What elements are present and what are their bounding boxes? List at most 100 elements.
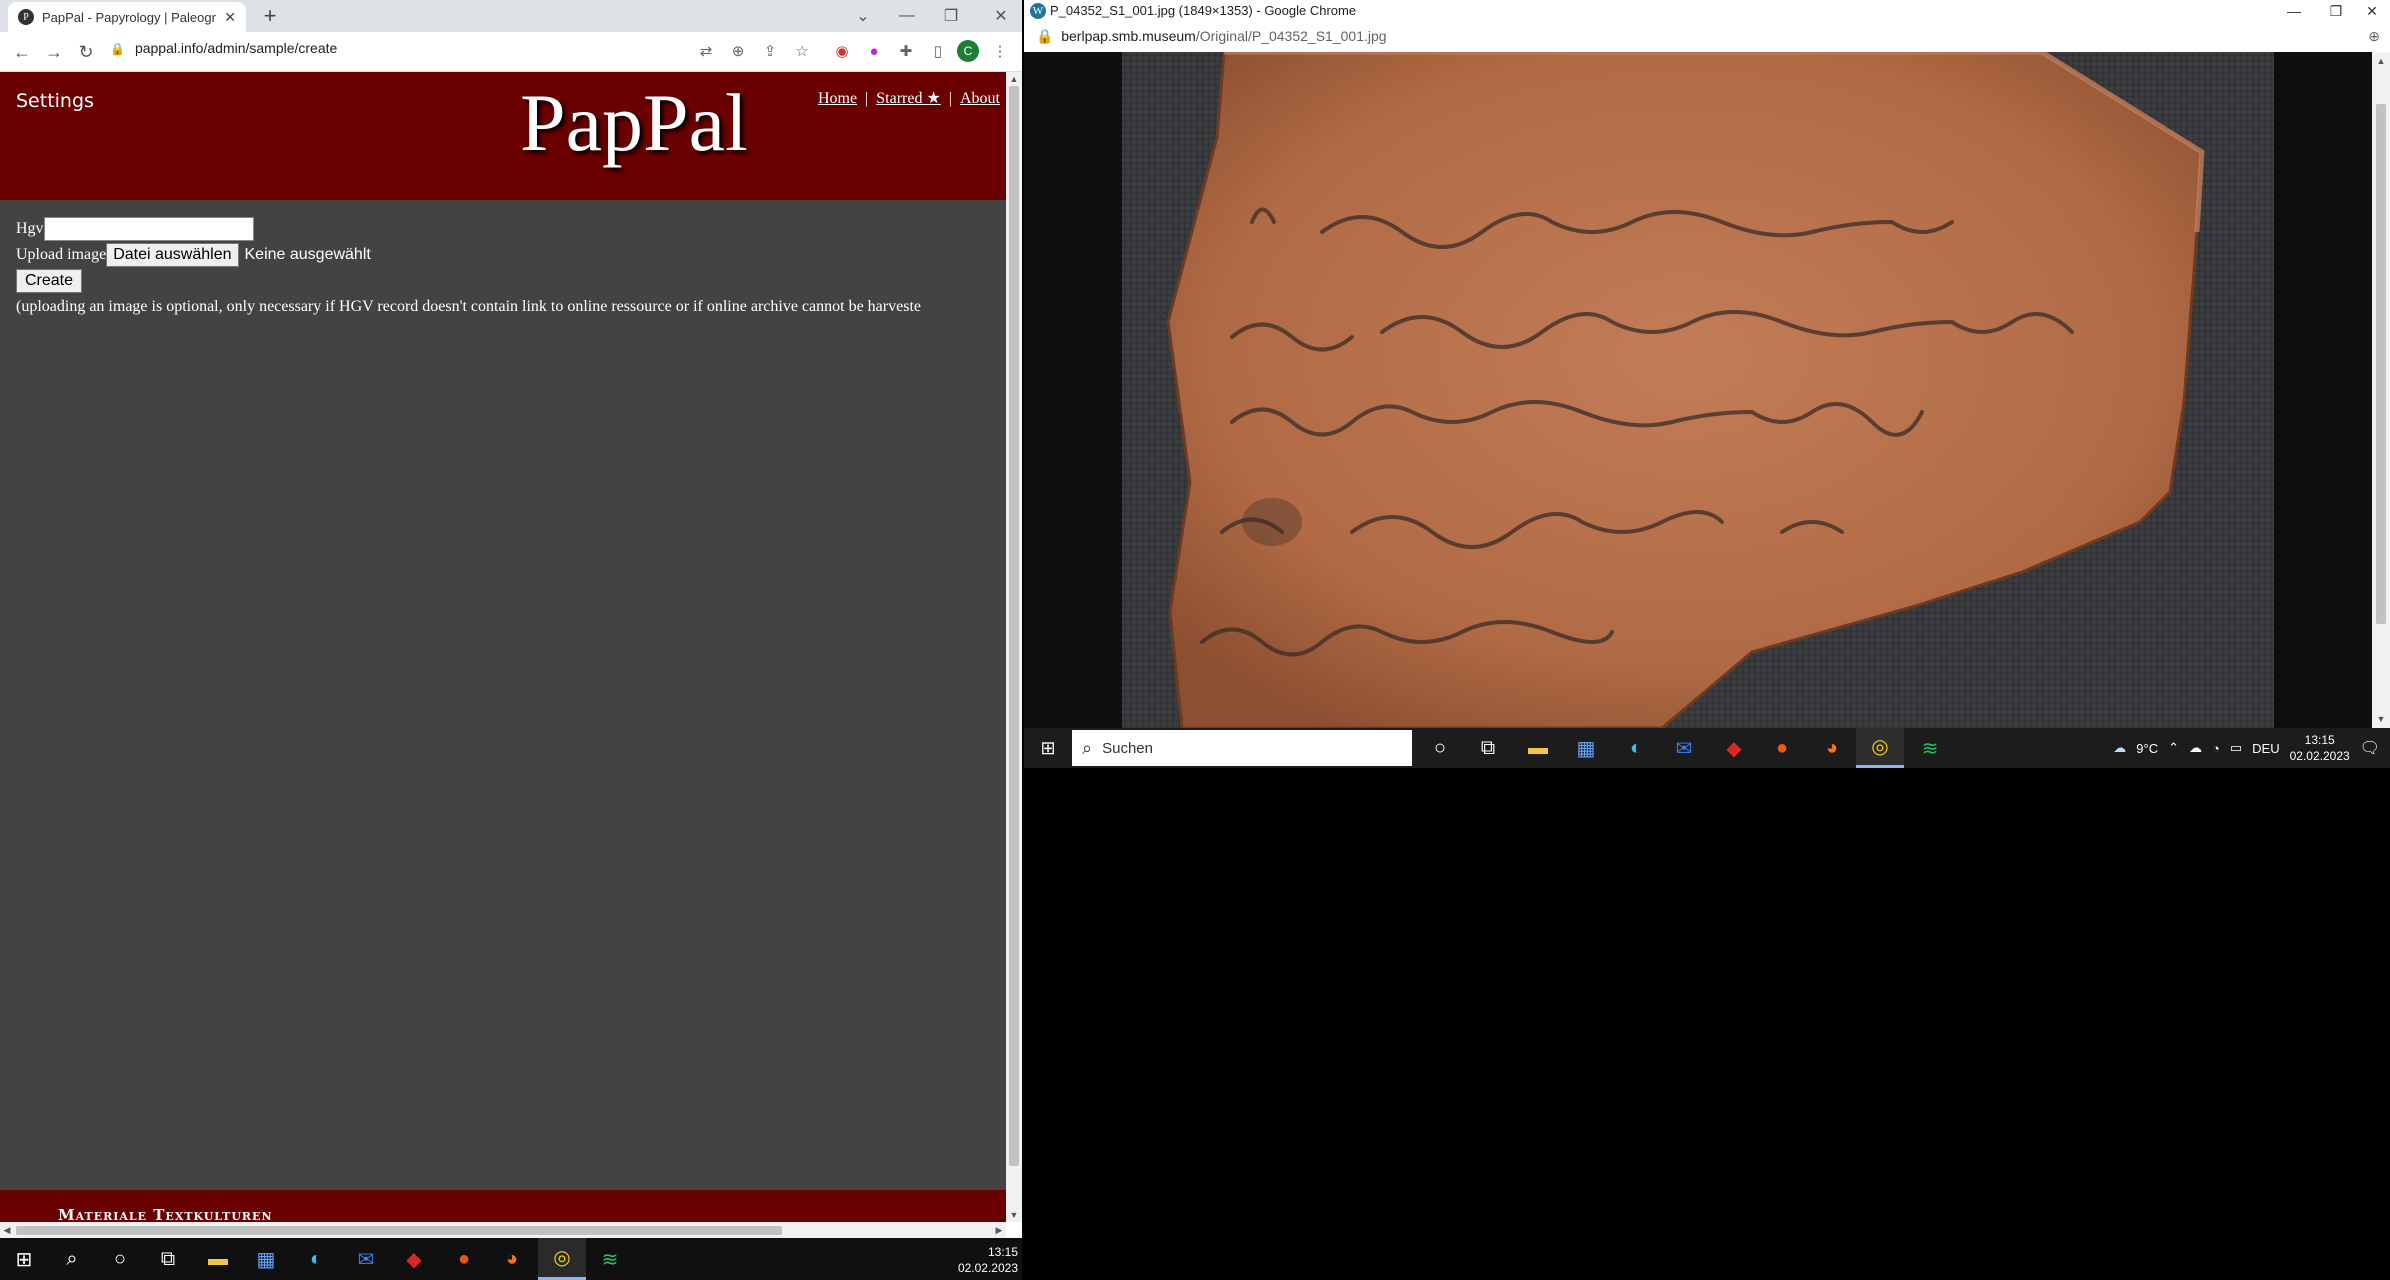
left-clock[interactable]: 13:15 02.02.2023	[958, 1244, 1018, 1276]
profile-avatar[interactable]: C	[957, 40, 979, 62]
chrome-icon[interactable]: ◎	[1856, 728, 1904, 768]
minimize-icon[interactable]: —	[892, 4, 922, 28]
share-icon[interactable]: ⇪	[759, 40, 781, 62]
taskbar-search-box[interactable]: ⌕ Suchen	[1072, 730, 1412, 766]
pappal-favicon-icon: P	[18, 9, 34, 25]
nav-about-link[interactable]: About	[960, 90, 1000, 107]
address-bar[interactable]: 🔒 pappal.info/admin/sample/create	[110, 40, 337, 56]
windows-start-icon[interactable]: ⊞	[1024, 728, 1072, 768]
extensions-puzzle-icon[interactable]: ✚	[895, 40, 917, 62]
back-arrow-icon[interactable]: ←	[10, 40, 34, 64]
scroll-left-icon[interactable]: ◀	[0, 1223, 14, 1237]
site-footer: Materiale Textkulturen	[0, 1190, 1006, 1222]
wordpress-icon: W	[1030, 3, 1046, 19]
firefox-icon[interactable]: ◕	[1808, 728, 1856, 768]
right-scroll-thumb[interactable]	[2376, 104, 2386, 624]
reload-icon[interactable]: ↻	[74, 40, 98, 64]
upload-image-label: Upload image	[16, 246, 107, 263]
restore-icon[interactable]: ❐	[936, 4, 966, 28]
cortana-icon[interactable]: ○	[1416, 728, 1464, 768]
tab-search-chevron-icon[interactable]: ⌄	[848, 4, 878, 28]
hgv-input[interactable]	[43, 217, 254, 241]
ostracon-drawing	[1122, 52, 2274, 728]
no-file-selected-text: Keine ausgewählt	[244, 246, 371, 263]
close-window-icon[interactable]: ✕	[986, 4, 1016, 28]
vertical-scroll-thumb[interactable]	[1009, 86, 1019, 1166]
scroll-down-icon[interactable]: ▼	[2374, 712, 2388, 726]
close-window-icon[interactable]: ✕	[2354, 0, 2390, 22]
right-vertical-scrollbar[interactable]: ▲ ▼	[2372, 52, 2390, 728]
nav-home-link[interactable]: Home	[818, 90, 857, 107]
powerpoint-icon[interactable]: ●	[1758, 728, 1806, 768]
task-view-icon[interactable]: ⧉	[1464, 728, 1512, 768]
tray-chevron-icon[interactable]: ⌃	[2168, 740, 2179, 756]
scroll-right-icon[interactable]: ▶	[992, 1223, 1006, 1237]
minimize-icon[interactable]: —	[2276, 0, 2312, 22]
nav-starred-link[interactable]: Starred ★	[876, 90, 941, 107]
mail-icon[interactable]: ✉	[1660, 728, 1708, 768]
acrobat-icon[interactable]: ◆	[390, 1238, 438, 1280]
system-tray: ☁ 9°C ⌃ ☁ ◔ ▭ DEU 13:15 02.02.2023 🗨	[2113, 728, 2390, 768]
language-indicator[interactable]: DEU	[2252, 741, 2279, 756]
upload-note: (uploading an image is optional, only ne…	[16, 298, 921, 315]
weather-cloud-icon[interactable]: ☁	[2113, 740, 2126, 756]
vertical-scrollbar[interactable]: ▲ ▼	[1006, 72, 1022, 1222]
zoom-icon[interactable]: ⊕	[2368, 28, 2380, 45]
choose-file-button[interactable]: Datei auswählen	[106, 243, 239, 267]
right-clock[interactable]: 13:15 02.02.2023	[2290, 732, 2350, 764]
create-button[interactable]: Create	[16, 269, 83, 293]
forward-arrow-icon[interactable]: →	[42, 40, 66, 64]
mail-icon[interactable]: ✉	[342, 1238, 390, 1280]
zoom-icon[interactable]: ⊕	[727, 40, 749, 62]
right-browser-window: W P_04352_S1_001.jpg (1849×1353) - Googl…	[1024, 0, 2390, 730]
network-icon[interactable]: ◔	[2212, 741, 2220, 756]
browser-tab-pappal[interactable]: P PapPal - Papyrology | Paleography ✕	[8, 2, 246, 32]
cortana-icon[interactable]: ○	[96, 1238, 144, 1280]
top-nav: Home | Starred ★ | About	[817, 90, 1000, 107]
edge-icon[interactable]: ◐	[1612, 728, 1660, 768]
right-date: 02.02.2023	[2289, 749, 2350, 763]
scroll-down-icon[interactable]: ▼	[1007, 1208, 1021, 1222]
hgv-label: Hgv	[16, 220, 44, 237]
ostracon-photo[interactable]	[1122, 52, 2274, 728]
restore-icon[interactable]: ❐	[2318, 0, 2354, 22]
onedrive-icon[interactable]: ☁	[2189, 740, 2202, 756]
search-icon[interactable]: ⌕	[48, 1238, 96, 1280]
store-icon[interactable]: ▦	[1562, 728, 1610, 768]
spotify-icon[interactable]: ≋	[586, 1238, 634, 1280]
chrome-icon[interactable]: ◎	[538, 1238, 586, 1280]
lock-icon: 🔒	[110, 42, 125, 56]
settings-link[interactable]: Settings	[16, 90, 94, 112]
tab-strip: P PapPal - Papyrology | Paleography ✕ + …	[0, 0, 1022, 32]
file-explorer-icon[interactable]: ▬	[194, 1238, 242, 1280]
horizontal-scrollbar[interactable]: ◀ ▶	[0, 1222, 1006, 1238]
spotify-icon[interactable]: ≋	[1906, 728, 1954, 768]
site-logo[interactable]: PapPal	[520, 76, 748, 170]
acrobat-icon[interactable]: ◆	[1710, 728, 1758, 768]
firefox-icon[interactable]: ◕	[488, 1238, 536, 1280]
horizontal-scroll-thumb[interactable]	[16, 1226, 782, 1235]
left-time: 13:15	[987, 1245, 1018, 1259]
weather-temp[interactable]: 9°C	[2136, 741, 2158, 756]
store-icon[interactable]: ▦	[242, 1238, 290, 1280]
close-tab-icon[interactable]: ✕	[224, 9, 236, 26]
left-date: 02.02.2023	[957, 1261, 1018, 1275]
extension-purple-icon[interactable]: ●	[863, 40, 885, 62]
chrome-menu-icon[interactable]: ⋮	[989, 40, 1011, 62]
battery-icon[interactable]: ▭	[2230, 740, 2242, 756]
edge-icon[interactable]: ◐	[292, 1238, 340, 1280]
scroll-up-icon[interactable]: ▲	[1007, 72, 1021, 86]
scroll-up-icon[interactable]: ▲	[2374, 54, 2388, 68]
new-tab-icon[interactable]: +	[258, 3, 282, 28]
windows-start-icon[interactable]: ⊞	[0, 1238, 48, 1280]
powerpoint-icon[interactable]: ●	[440, 1238, 488, 1280]
extension-red-icon[interactable]: ◉	[831, 40, 853, 62]
bookmark-star-icon[interactable]: ☆	[791, 40, 813, 62]
notification-icon[interactable]: 🗨	[2360, 738, 2380, 758]
side-panel-icon[interactable]: ▯	[927, 40, 949, 62]
page-viewport: Settings PapPal Home | Starred ★ | About Hgv…	[0, 72, 1006, 1222]
translate-icon[interactable]: ⇄	[695, 40, 717, 62]
task-view-icon[interactable]: ⧉	[144, 1238, 192, 1280]
file-explorer-icon[interactable]: ▬	[1514, 728, 1562, 768]
right-address-bar[interactable]: 🔒 berlpap.smb.museum/Original/P_04352_S1…	[1024, 22, 2390, 52]
